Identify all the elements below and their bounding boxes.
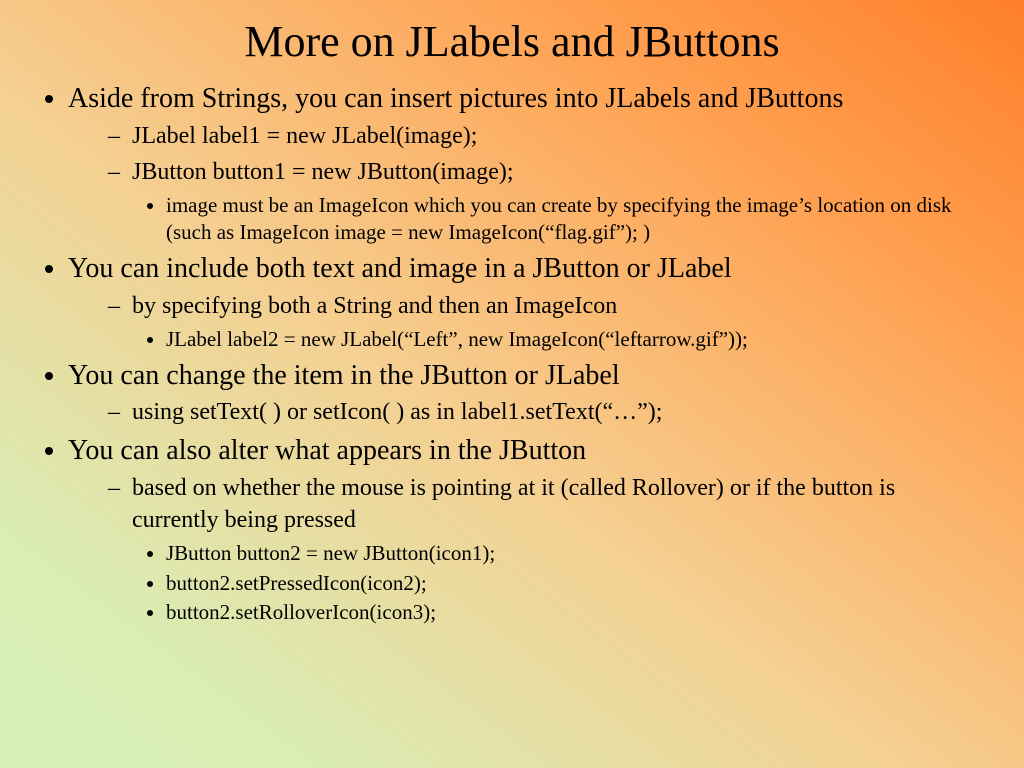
sub-item: based on whether the mouse is pointing a… bbox=[108, 473, 984, 626]
subsub-text: JButton button2 = new JButton(icon1); bbox=[166, 541, 495, 565]
sub-list: JLabel label1 = new JLabel(image); JButt… bbox=[108, 121, 984, 247]
bullet-text: You can also alter what appears in the J… bbox=[68, 435, 586, 466]
bullet-item: Aside from Strings, you can insert pictu… bbox=[68, 81, 984, 247]
subsub-list: JLabel label2 = new JLabel(“Left”, new I… bbox=[166, 326, 984, 353]
subsub-item: button2.setPressedIcon(icon2); bbox=[166, 570, 984, 597]
sub-item: using setText( ) or setIcon( ) as in lab… bbox=[108, 397, 984, 429]
subsub-text: button2.setPressedIcon(icon2); bbox=[166, 571, 427, 595]
subsub-text: image must be an ImageIcon which you can… bbox=[166, 193, 952, 244]
bullet-item: You can include both text and image in a… bbox=[68, 251, 984, 354]
slide-title: More on JLabels and JButtons bbox=[40, 16, 984, 67]
slide: More on JLabels and JButtons Aside from … bbox=[0, 0, 1024, 768]
bullet-list: Aside from Strings, you can insert pictu… bbox=[68, 81, 984, 626]
sub-list: by specifying both a String and then an … bbox=[108, 291, 984, 354]
sub-list: using setText( ) or setIcon( ) as in lab… bbox=[108, 397, 984, 429]
subsub-text: JLabel label2 = new JLabel(“Left”, new I… bbox=[166, 327, 748, 351]
sub-text: JLabel label1 = new JLabel(image); bbox=[132, 123, 477, 149]
subsub-list: image must be an ImageIcon which you can… bbox=[166, 192, 984, 247]
subsub-text: button2.setRolloverIcon(icon3); bbox=[166, 600, 436, 624]
bullet-text: You can include both text and image in a… bbox=[68, 253, 732, 284]
subsub-list: JButton button2 = new JButton(icon1); bu… bbox=[166, 540, 984, 626]
sub-text: using setText( ) or setIcon( ) as in lab… bbox=[132, 399, 662, 425]
sub-text: by specifying both a String and then an … bbox=[132, 293, 617, 319]
sub-text: JButton button1 = new JButton(image); bbox=[132, 159, 514, 185]
bullet-item: You can also alter what appears in the J… bbox=[68, 433, 984, 626]
bullet-text: Aside from Strings, you can insert pictu… bbox=[68, 83, 843, 114]
subsub-item: button2.setRolloverIcon(icon3); bbox=[166, 599, 984, 626]
sub-item: JLabel label1 = new JLabel(image); bbox=[108, 121, 984, 153]
subsub-item: image must be an ImageIcon which you can… bbox=[166, 192, 984, 247]
subsub-item: JLabel label2 = new JLabel(“Left”, new I… bbox=[166, 326, 984, 353]
subsub-item: JButton button2 = new JButton(icon1); bbox=[166, 540, 984, 567]
bullet-item: You can change the item in the JButton o… bbox=[68, 358, 984, 430]
sub-list: based on whether the mouse is pointing a… bbox=[108, 473, 984, 626]
sub-item: JButton button1 = new JButton(image); im… bbox=[108, 157, 984, 247]
sub-item: by specifying both a String and then an … bbox=[108, 291, 984, 354]
sub-text: based on whether the mouse is pointing a… bbox=[132, 475, 895, 533]
bullet-text: You can change the item in the JButton o… bbox=[68, 360, 620, 391]
